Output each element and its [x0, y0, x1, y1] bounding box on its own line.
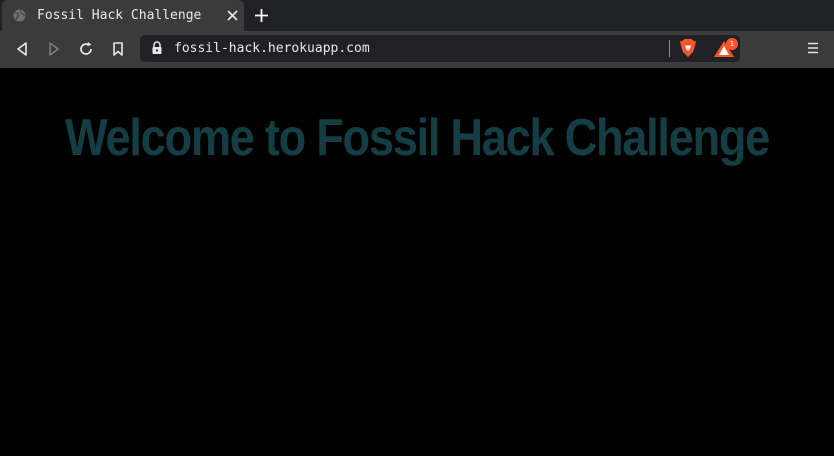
url-text[interactable]: fossil-hack.herokuapp.com: [174, 40, 370, 57]
tab-active[interactable]: Fossil Hack Challenge: [2, 0, 244, 31]
navigation-toolbar: fossil-hack.herokuapp.com 1: [0, 31, 834, 68]
tab-strip: Fossil Hack Challenge: [0, 0, 834, 31]
close-tab-icon[interactable]: [226, 9, 239, 22]
address-bar-divider: [669, 40, 670, 57]
back-button[interactable]: [13, 40, 31, 58]
tab-title: Fossil Hack Challenge: [37, 8, 202, 23]
reload-button[interactable]: [77, 40, 95, 58]
forward-button[interactable]: [45, 40, 63, 58]
lock-icon[interactable]: [151, 41, 163, 55]
address-bar[interactable]: fossil-hack.herokuapp.com 1: [140, 35, 740, 62]
page-title: Welcome to Fossil Hack Challenge: [64, 109, 770, 167]
hamburger-menu-icon[interactable]: [806, 40, 820, 56]
page-content: Welcome to Fossil Hack Challenge: [0, 68, 834, 456]
globe-icon: [13, 9, 26, 22]
bookmark-icon[interactable]: [109, 40, 127, 58]
brave-shields-icon[interactable]: [679, 38, 697, 58]
new-tab-button[interactable]: [253, 7, 270, 24]
rewards-badge: 1: [726, 38, 738, 50]
